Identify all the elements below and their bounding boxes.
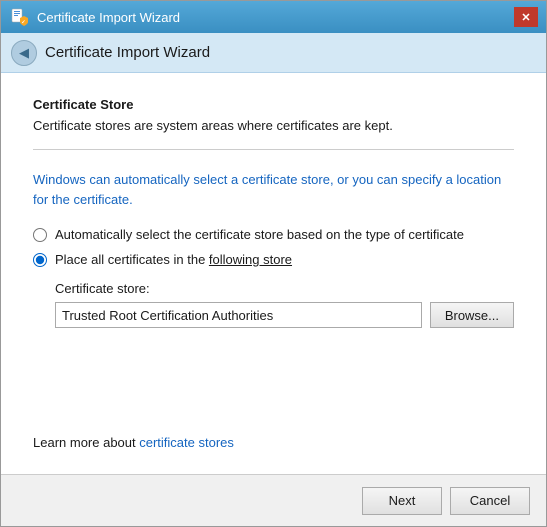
radio-auto-select-input[interactable] xyxy=(33,228,47,242)
radio-place-in-store-input[interactable] xyxy=(33,253,47,267)
cancel-button[interactable]: Cancel xyxy=(450,487,530,515)
cert-store-row: Browse... xyxy=(55,302,514,328)
radio-auto-select[interactable]: Automatically select the certificate sto… xyxy=(33,227,514,242)
learn-more: Learn more about certificate stores xyxy=(33,435,514,450)
cert-store-section: Certificate store: Browse... xyxy=(55,281,514,328)
section-title: Certificate Store xyxy=(33,97,514,112)
section-divider xyxy=(33,149,514,150)
info-text: Windows can automatically select a certi… xyxy=(33,170,514,209)
browse-button[interactable]: Browse... xyxy=(430,302,514,328)
close-button[interactable]: ✕ xyxy=(514,7,538,27)
radio-group: Automatically select the certificate sto… xyxy=(33,227,514,328)
wizard-nav-title: Certificate Import Wizard xyxy=(45,44,210,61)
back-icon: ◀ xyxy=(19,45,29,61)
wizard-icon: ✓ xyxy=(9,7,29,27)
radio-place-in-store-label: Place all certificates in the following … xyxy=(55,252,292,267)
nav-bar: ◀ Certificate Import Wizard xyxy=(1,33,546,73)
section-desc: Certificate stores are system areas wher… xyxy=(33,118,514,133)
radio-place-label-part1: Place all certificates in the xyxy=(55,252,209,267)
certificate-import-wizard-window: ✓ Certificate Import Wizard ✕ ◀ Certific… xyxy=(0,0,547,527)
cert-store-input[interactable] xyxy=(55,302,422,328)
next-button[interactable]: Next xyxy=(362,487,442,515)
radio-place-label-underline: following store xyxy=(209,252,292,267)
info-text-content: Windows can automatically select a certi… xyxy=(33,172,501,207)
radio-auto-select-label: Automatically select the certificate sto… xyxy=(55,227,464,242)
back-button[interactable]: ◀ xyxy=(11,40,37,66)
title-bar-left: ✓ Certificate Import Wizard xyxy=(9,7,180,27)
learn-more-prefix: Learn more about xyxy=(33,435,139,450)
title-bar-controls: ✕ xyxy=(514,7,538,27)
title-bar: ✓ Certificate Import Wizard ✕ xyxy=(1,1,546,33)
title-bar-title: Certificate Import Wizard xyxy=(37,10,180,25)
cert-store-label: Certificate store: xyxy=(55,281,514,296)
learn-more-link[interactable]: certificate stores xyxy=(139,435,234,450)
radio-place-in-store[interactable]: Place all certificates in the following … xyxy=(33,252,514,267)
wizard-content: Certificate Store Certificate stores are… xyxy=(1,73,546,474)
footer: Next Cancel xyxy=(1,474,546,526)
svg-text:✓: ✓ xyxy=(21,20,25,26)
